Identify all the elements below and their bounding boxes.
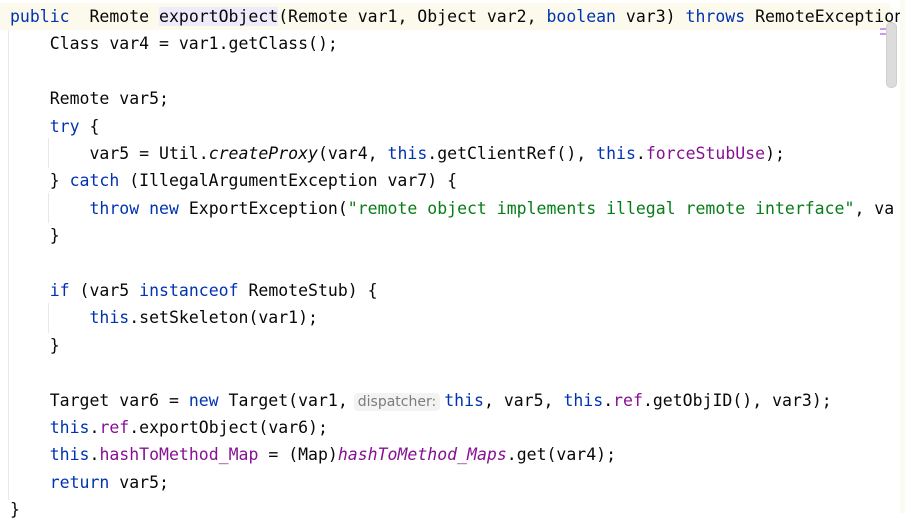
- code-token: .exportObject(var6);: [129, 418, 328, 437]
- code-token: }: [10, 335, 60, 355]
- code-token: ref: [99, 418, 130, 437]
- code-line[interactable]: Remote var5;: [0, 85, 169, 112]
- keyword-token: new: [188, 390, 219, 410]
- keyword-token: boolean: [546, 7, 616, 26]
- keyword-token: this: [444, 390, 484, 410]
- keyword-token: this: [89, 308, 130, 328]
- code-token: .: [89, 445, 100, 465]
- code-line[interactable]: Class var4 = var1.getClass();: [0, 30, 338, 57]
- code-token: forceStubUse: [645, 144, 766, 163]
- indent-guide: [8, 30, 9, 500]
- keyword-token: public: [10, 7, 70, 26]
- keyword-token: catch: [69, 171, 120, 191]
- indent-guide: [48, 138, 49, 168]
- indent-guide: [48, 193, 49, 223]
- code-token: {: [79, 116, 100, 136]
- string-literal: "remote object implements illegal remote…: [347, 198, 855, 218]
- code-line[interactable]: try {: [0, 113, 100, 140]
- code-token: }: [10, 171, 70, 191]
- keyword-token: this: [563, 390, 604, 410]
- code-line[interactable]: Target var6 = new Target(var1, dispatcher…: [0, 387, 832, 414]
- keyword-token: new: [149, 198, 179, 218]
- keyword-token: this: [596, 144, 636, 163]
- code-line[interactable]: } catch (IllegalArgumentException var7) …: [0, 167, 457, 194]
- keyword-token: throw: [89, 198, 140, 218]
- code-line[interactable]: if (var5 instanceof RemoteStub) {: [0, 277, 378, 304]
- code-editor[interactable]: public Remote exportObject(Remote var1, …: [0, 0, 904, 519]
- keyword-token: throws: [685, 7, 746, 26]
- code-token: (var5: [69, 281, 140, 300]
- code-line[interactable]: this.ref.exportObject(var6);: [0, 414, 328, 441]
- code-token: hashToMethod_Maps: [337, 445, 507, 465]
- code-token: .: [635, 144, 646, 163]
- code-token: }: [10, 226, 60, 246]
- marker-stripe: [900, 0, 905, 513]
- keyword-token: this: [49, 445, 90, 465]
- indent-guide: [48, 303, 49, 333]
- code-token: .: [603, 390, 614, 410]
- code-line[interactable]: return var5;: [0, 469, 169, 496]
- code-line[interactable]: throw new ExportException("remote object…: [0, 195, 894, 222]
- code-token: Target(var1,: [218, 390, 348, 410]
- code-token: }: [10, 500, 20, 520]
- code-token: .getObjID(), var3);: [642, 390, 832, 410]
- code-token: .getClientRef(),: [427, 144, 597, 163]
- code-line[interactable]: public Remote exportObject(Remote var1, …: [0, 3, 904, 30]
- code-token: , var5,: [483, 390, 564, 410]
- code-token: RemoteStub) {: [238, 281, 378, 300]
- code-token: ExportException(: [178, 198, 348, 218]
- code-token: exportObject: [159, 7, 279, 26]
- keyword-token: if: [49, 281, 70, 300]
- code-token: (IllegalArgumentException var7) {: [119, 171, 458, 191]
- keyword-token: this: [49, 418, 90, 437]
- code-token: = (Map): [258, 445, 338, 465]
- code-token: , va: [854, 198, 895, 218]
- code-token: var3): [616, 7, 686, 26]
- code-token: Target var6 =: [10, 390, 189, 410]
- code-line[interactable]: var5 = Util.createProxy(var4, this.getCl…: [0, 140, 785, 167]
- code-token: ref: [613, 390, 643, 410]
- keyword-token: return: [49, 472, 110, 492]
- code-line[interactable]: }: [0, 496, 20, 523]
- code-token: .: [89, 418, 100, 437]
- keyword-token: instanceof: [139, 281, 239, 300]
- code-token: createProxy: [208, 144, 318, 163]
- vertical-scrollbar[interactable]: [886, 22, 897, 88]
- code-token: .setSkeleton(var1);: [129, 308, 318, 328]
- parameter-hint: dispatcher:: [353, 392, 441, 411]
- code-token: );: [765, 144, 785, 163]
- keyword-token: try: [49, 116, 80, 136]
- code-token: var5 = Util.: [10, 144, 209, 163]
- code-token: Class var4 = var1.getClass();: [10, 34, 338, 54]
- code-token: var5;: [109, 472, 169, 492]
- code-token: hashToMethod_Map: [99, 445, 259, 465]
- code-token: .get(var4);: [506, 445, 617, 465]
- code-token: Remote: [69, 7, 160, 26]
- code-token: (var4,: [317, 144, 388, 163]
- code-token: Remote var5;: [10, 89, 169, 109]
- code-line[interactable]: this.hashToMethod_Map = (Map)hashToMetho…: [0, 441, 616, 468]
- code-token: (Remote var1, Object var2,: [278, 7, 547, 26]
- keyword-token: this: [387, 144, 428, 163]
- code-token: RemoteException: [745, 7, 905, 26]
